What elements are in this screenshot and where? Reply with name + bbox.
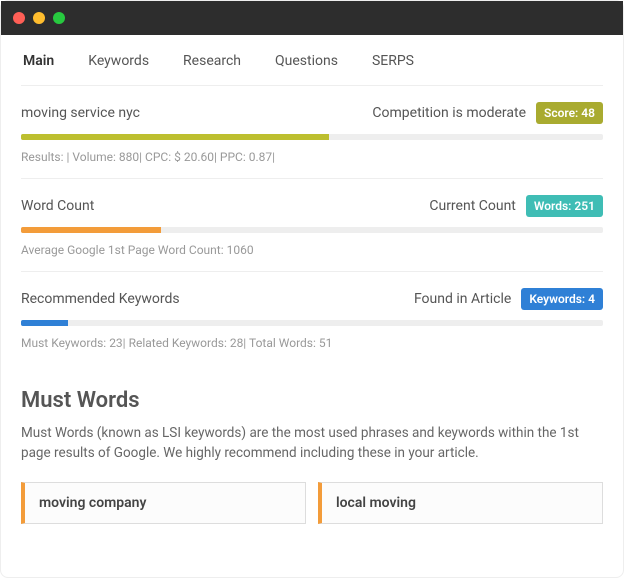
- must-words-heading: Must Words: [21, 388, 603, 413]
- keywords-badge: Keywords: 4: [521, 288, 603, 310]
- tab-questions[interactable]: Questions: [275, 53, 338, 69]
- must-words-description: Must Words (known as LSI keywords) are t…: [21, 423, 603, 464]
- must-words-list: moving company local moving: [21, 482, 603, 524]
- section-keywords: Recommended Keywords Found in Article Ke…: [21, 271, 603, 364]
- keywords-bar: [21, 320, 603, 326]
- keyword-text: moving service nyc: [21, 105, 140, 121]
- tab-bar: Main Keywords Research Questions SERPS: [21, 35, 603, 85]
- competition-meta: Results: | Volume: 880| CPC: $ 20.60| PP…: [21, 150, 603, 164]
- minimize-icon[interactable]: [33, 12, 45, 24]
- competition-label: Competition is moderate: [372, 105, 526, 121]
- competition-bar: [21, 134, 603, 140]
- window-titlebar: [1, 1, 623, 35]
- tab-main[interactable]: Main: [23, 53, 54, 69]
- keywords-title: Recommended Keywords: [21, 291, 180, 307]
- must-word-card[interactable]: moving company: [21, 482, 306, 524]
- tab-serps[interactable]: SERPS: [372, 53, 414, 69]
- wordcount-title: Word Count: [21, 198, 94, 214]
- close-icon[interactable]: [13, 12, 25, 24]
- wordcount-label: Current Count: [429, 198, 516, 214]
- wordcount-bar: [21, 227, 603, 233]
- tab-research[interactable]: Research: [183, 53, 241, 69]
- section-wordcount: Word Count Current Count Words: 251 Aver…: [21, 178, 603, 271]
- score-badge: Score: 48: [536, 102, 603, 124]
- keywords-meta: Must Keywords: 23| Related Keywords: 28|…: [21, 336, 603, 350]
- must-word-card[interactable]: local moving: [318, 482, 603, 524]
- wordcount-meta: Average Google 1st Page Word Count: 1060: [21, 243, 603, 257]
- keywords-label: Found in Article: [414, 291, 511, 307]
- section-competition: moving service nyc Competition is modera…: [21, 85, 603, 178]
- wordcount-badge: Words: 251: [526, 195, 603, 217]
- maximize-icon[interactable]: [53, 12, 65, 24]
- tab-keywords[interactable]: Keywords: [88, 53, 149, 69]
